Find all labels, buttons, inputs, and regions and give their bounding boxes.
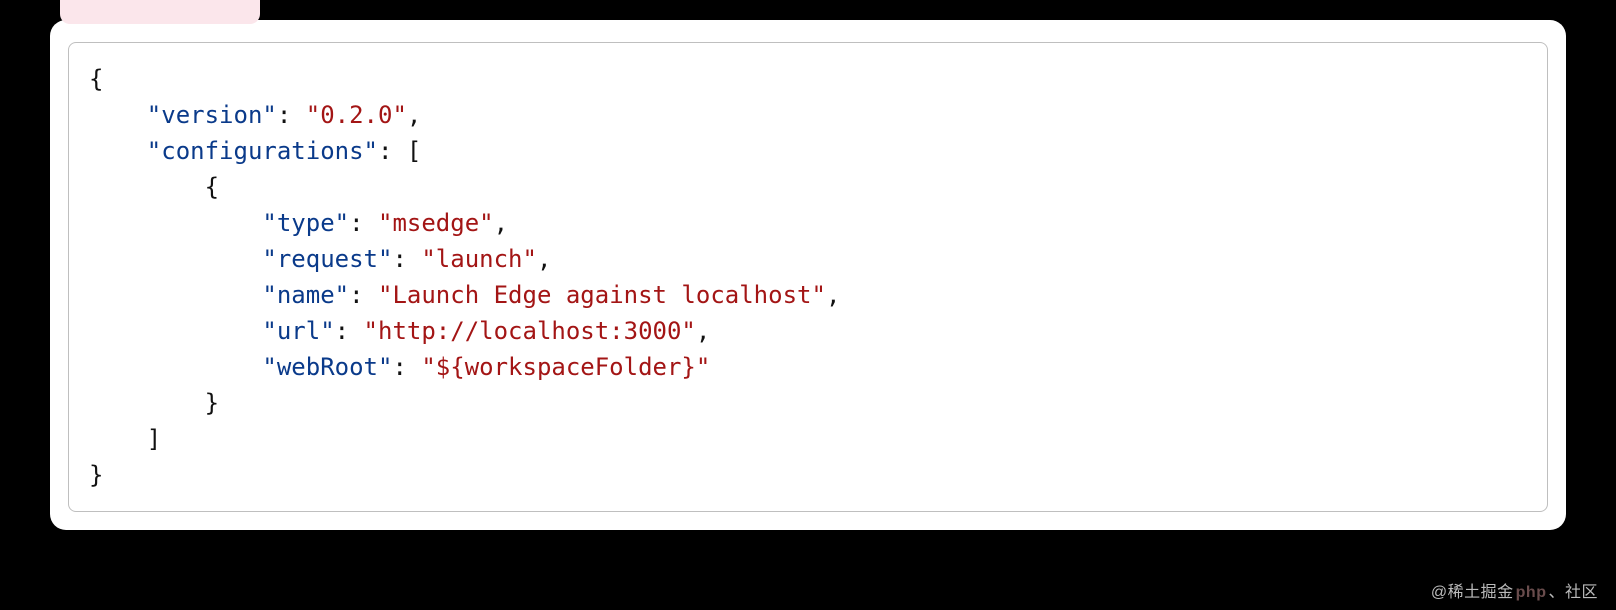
watermark: @稀土掘金php、社区 <box>1431 578 1598 602</box>
json-key-webroot: "webRoot" <box>262 353 392 381</box>
json-value-webroot: "${workspaceFolder}" <box>421 353 710 381</box>
json-key-request: "request" <box>262 245 392 273</box>
brace-close-inner: } <box>205 389 219 417</box>
watermark-prefix: @稀土掘金 <box>1431 584 1514 601</box>
json-key-configurations: "configurations" <box>147 137 378 165</box>
watermark-php: php <box>1516 584 1547 601</box>
json-key-url: "url" <box>262 317 334 345</box>
json-key-name: "name" <box>262 281 349 309</box>
brace-open: { <box>89 65 103 93</box>
code-frame: { "version": "0.2.0", "configurations": … <box>68 42 1548 512</box>
json-value-request: "launch" <box>421 245 537 273</box>
json-value-url: "http://localhost:3000" <box>364 317 696 345</box>
brace-close: } <box>89 461 103 489</box>
json-key-type: "type" <box>262 209 349 237</box>
code-card: { "version": "0.2.0", "configurations": … <box>50 20 1566 530</box>
json-value-version: "0.2.0" <box>306 101 407 129</box>
brace-open-inner: { <box>205 173 219 201</box>
json-value-name: "Launch Edge against localhost" <box>378 281 826 309</box>
json-key-version: "version" <box>147 101 277 129</box>
json-code-block: { "version": "0.2.0", "configurations": … <box>89 61 1527 493</box>
bracket-open: [ <box>407 137 421 165</box>
watermark-suffix: 、社区 <box>1548 584 1598 601</box>
json-value-type: "msedge" <box>378 209 494 237</box>
bracket-close: ] <box>147 425 161 453</box>
tab-highlight <box>60 0 260 24</box>
